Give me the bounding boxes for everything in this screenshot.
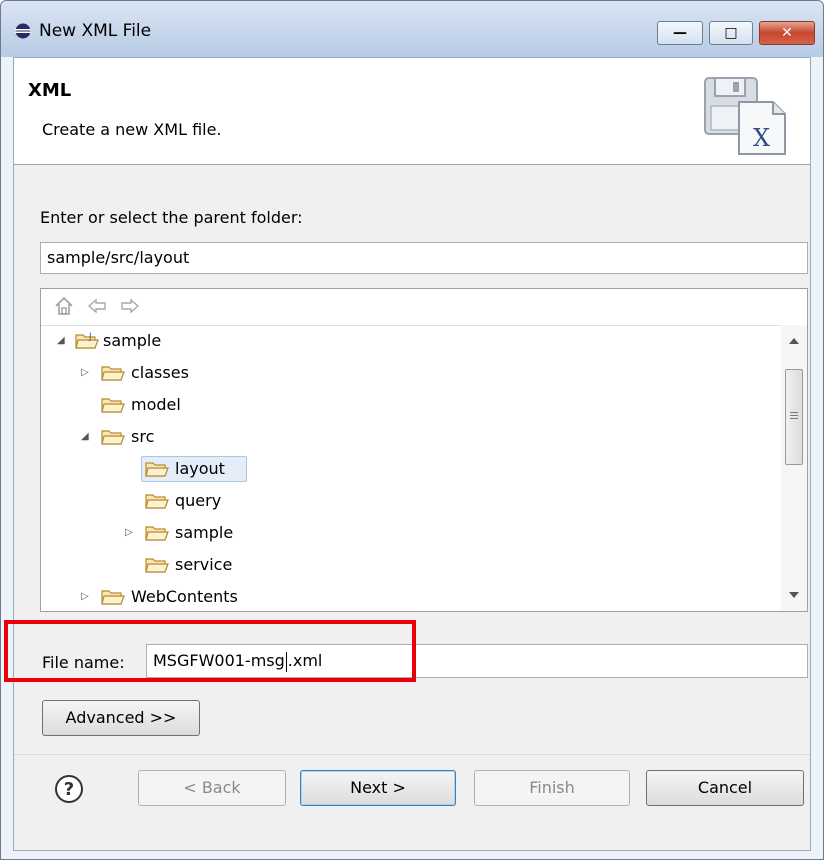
expanded-arrow-icon[interactable]: ◢ (81, 431, 93, 443)
grip-icon (790, 412, 798, 419)
tree-item-label: classes (131, 363, 189, 382)
tree-item-label: layout (175, 459, 225, 478)
annotation-highlight-box (4, 620, 416, 682)
maximize-button[interactable]: □ (709, 21, 753, 45)
home-icon[interactable] (53, 295, 75, 317)
folder-icon (145, 526, 169, 541)
tree-item-label: src (131, 427, 155, 446)
tree-item-label: sample (103, 331, 162, 350)
minimize-button[interactable]: — (657, 21, 703, 45)
finish-button[interactable]: Finish (474, 770, 630, 806)
folder-icon (101, 430, 125, 445)
scroll-up-icon[interactable] (789, 337, 799, 345)
cancel-button[interactable]: Cancel (646, 770, 804, 806)
window-title: New XML File (39, 21, 152, 41)
page-title: XML (28, 80, 72, 101)
svg-text:?: ? (64, 779, 74, 800)
collapsed-arrow-icon[interactable]: ▷ (81, 367, 93, 379)
forward-arrow-icon[interactable] (119, 295, 141, 317)
tree-item-label: service (175, 555, 233, 574)
back-button[interactable]: < Back (138, 770, 286, 806)
help-icon[interactable]: ? (54, 774, 84, 804)
close-icon: ✕ (781, 25, 793, 41)
maximize-icon: □ (724, 25, 738, 41)
tree-item-label: WebContents (131, 587, 238, 606)
expanded-arrow-icon[interactable]: ◢ (57, 335, 69, 347)
parent-folder-input[interactable]: sample/src/layout (40, 242, 808, 274)
button-bar-separator (14, 754, 810, 755)
wizard-header: XML Create a new XML file. X (14, 58, 810, 165)
folder-icon (145, 558, 169, 573)
svg-text:X: X (753, 124, 770, 152)
scroll-down-icon[interactable] (789, 591, 799, 599)
tree-item-label: query (175, 491, 222, 510)
folder-icon (145, 462, 169, 477)
parent-folder-label: Enter or select the parent folder: (40, 208, 303, 227)
title-bar: New XML File — □ ✕ (1, 1, 823, 57)
svg-text:J: J (88, 332, 92, 342)
tree-items: ◢ J sample ▷ classes model ◢ src layout … (41, 325, 781, 612)
project-folder-icon: J (75, 332, 99, 349)
folder-icon (101, 590, 125, 605)
folder-icon (145, 494, 169, 509)
back-arrow-icon[interactable] (86, 295, 108, 317)
next-button[interactable]: Next > (300, 770, 456, 806)
xml-file-wizard-icon: X (704, 77, 786, 155)
dialog-client: XML Create a new XML file. X Enter or se… (13, 57, 811, 851)
folder-icon (101, 366, 125, 381)
collapsed-arrow-icon[interactable]: ▷ (81, 591, 93, 603)
tree-scrollbar[interactable] (781, 325, 807, 611)
minimize-icon: — (673, 25, 687, 41)
tree-item-label: model (131, 395, 181, 414)
tree-navigation (53, 295, 147, 319)
folder-tree: ◢ J sample ▷ classes model ◢ src layout … (40, 288, 808, 612)
scrollbar-thumb[interactable] (785, 369, 803, 465)
dialog-window: New XML File — □ ✕ XML Create a new XML … (0, 0, 824, 860)
collapsed-arrow-icon[interactable]: ▷ (125, 527, 137, 539)
advanced-button[interactable]: Advanced >> (42, 700, 200, 736)
tree-item-label: sample (175, 523, 234, 542)
folder-icon (101, 398, 125, 413)
close-button[interactable]: ✕ (759, 21, 815, 45)
page-description: Create a new XML file. (42, 120, 222, 139)
eclipse-icon (15, 23, 31, 39)
